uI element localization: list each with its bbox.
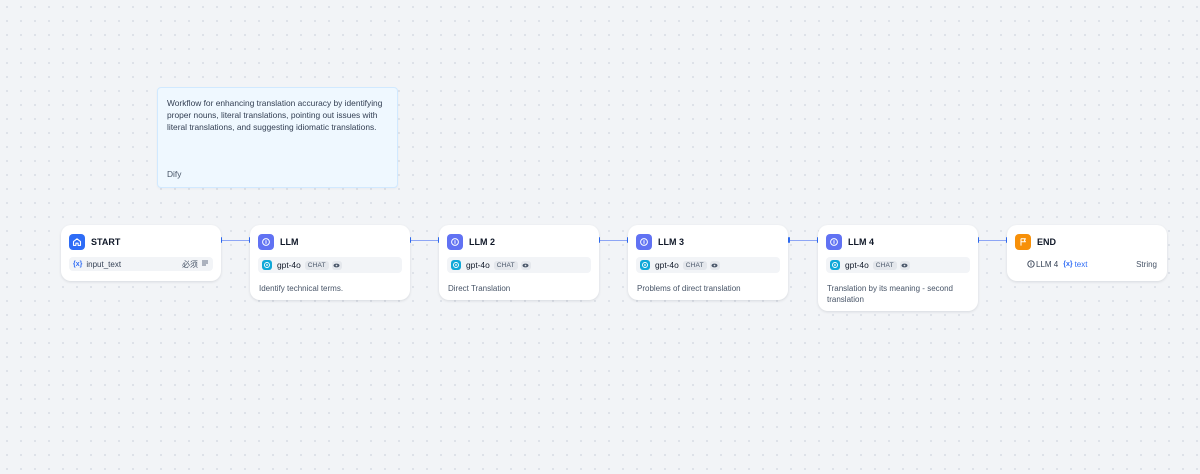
model-name: gpt-4o [655, 260, 679, 270]
node-description: Direct Translation [448, 284, 511, 293]
llm4-node[interactable]: LLM 4 gpt-4o CHAT Translation by its mea… [818, 225, 978, 311]
llm-small-icon [1027, 260, 1035, 268]
node-description: Problems of direct translation [637, 284, 741, 293]
node-title: LLM 2 [469, 236, 495, 247]
vision-eye-icon [520, 260, 531, 270]
node-header: LLM [258, 233, 402, 250]
node-header: START [69, 233, 213, 250]
model-mode-chip: CHAT [872, 260, 897, 270]
node-description: Identify technical terms. [259, 284, 344, 293]
llm-icon [447, 233, 463, 250]
variable-name: input_text [86, 259, 122, 269]
node-title: END [1037, 236, 1057, 247]
edge-llm4-end [978, 240, 1007, 241]
output-type: String [1136, 259, 1157, 269]
node-header: END [1015, 233, 1159, 250]
workflow-note[interactable]: Workflow for enhancing translation accur… [157, 87, 398, 188]
llm-icon [636, 233, 652, 250]
start-variable-row[interactable]: {x} input_text 必须 [69, 257, 213, 271]
openai-icon [262, 260, 272, 270]
model-mode-chip: CHAT [304, 260, 329, 270]
node-header: LLM 2 [447, 233, 591, 250]
output-source-node: LLM 4 [1036, 259, 1059, 269]
edge-llm3-llm4 [789, 240, 818, 241]
note-author: Dify [167, 169, 182, 179]
node-title: LLM 3 [658, 236, 684, 247]
node-header: LLM 3 [636, 233, 780, 250]
vision-eye-icon [709, 260, 720, 270]
variable-icon: {x} [1063, 260, 1073, 268]
output-variable-name: text [1074, 259, 1088, 269]
model-selector[interactable]: gpt-4o CHAT [447, 257, 591, 273]
node-description: Translation by its meaning - second tran… [827, 284, 953, 304]
openai-icon [830, 260, 840, 270]
openai-icon [451, 260, 461, 270]
model-name: gpt-4o [277, 260, 301, 270]
llm-icon [826, 233, 842, 250]
text-lines-icon [201, 259, 209, 269]
vision-eye-icon [331, 260, 342, 270]
model-name: gpt-4o [845, 260, 869, 270]
edge-llm-llm2 [411, 240, 439, 241]
variable-icon: {x} [73, 260, 83, 268]
openai-icon [640, 260, 650, 270]
model-mode-chip: CHAT [682, 260, 707, 270]
llm3-node[interactable]: LLM 3 gpt-4o CHAT Problems of direct tra… [628, 225, 788, 300]
required-label: 必须 [182, 259, 198, 269]
start-node[interactable]: START {x} input_text 必须 [61, 225, 221, 281]
llm3-output-handle[interactable] [788, 237, 790, 243]
model-selector[interactable]: gpt-4o CHAT [826, 257, 970, 273]
end-output-row[interactable]: LLM 4 {x} text String [1015, 257, 1159, 271]
node-title: LLM 4 [848, 236, 874, 247]
model-name: gpt-4o [466, 260, 490, 270]
node-header: LLM 4 [826, 233, 970, 250]
note-text: Workflow for enhancing translation accur… [167, 98, 383, 132]
model-selector[interactable]: gpt-4o CHAT [258, 257, 402, 273]
edge-start-llm [221, 240, 250, 241]
flag-icon [1015, 233, 1031, 250]
llm2-node[interactable]: LLM 2 gpt-4o CHAT Direct Translation [439, 225, 599, 300]
end-node[interactable]: END LLM 4 {x} text String [1007, 225, 1167, 281]
edge-llm2-llm3 [600, 240, 628, 241]
node-title: LLM [280, 236, 299, 247]
llm-icon [258, 233, 274, 250]
node-title: START [91, 236, 121, 247]
vision-eye-icon [899, 260, 910, 270]
model-selector[interactable]: gpt-4o CHAT [636, 257, 780, 273]
llm-node[interactable]: LLM gpt-4o CHAT Identify technical terms… [250, 225, 410, 300]
home-icon [69, 233, 85, 250]
model-mode-chip: CHAT [493, 260, 518, 270]
